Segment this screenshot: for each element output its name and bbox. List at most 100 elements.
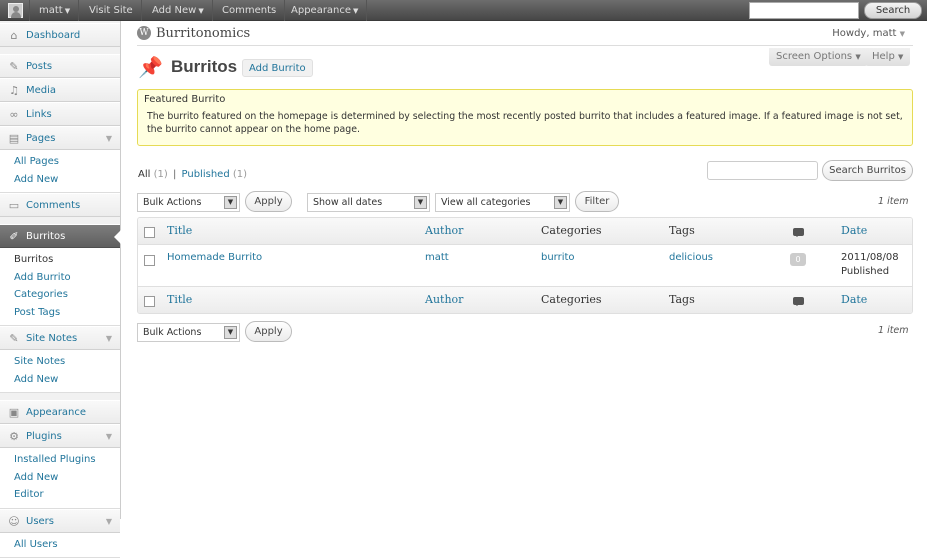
chevron-down-icon[interactable]: ▼ <box>106 127 112 151</box>
view-all[interactable]: All <box>138 169 150 180</box>
submenu-categories[interactable]: Categories <box>0 286 120 304</box>
howdy-menu[interactable]: Howdy, matt ▼ <box>832 28 905 39</box>
table-header: Title Author Categories Tags Date <box>138 218 912 245</box>
notice-body: The burrito featured on the homepage is … <box>144 110 906 136</box>
featured-burrito-notice: Featured Burrito The burrito featured on… <box>137 89 913 146</box>
sidebar-item-media[interactable]: ♫ Media <box>0 78 120 102</box>
search-burritos-button[interactable]: Search Burritos <box>822 160 913 181</box>
row-author-link[interactable]: matt <box>425 252 449 263</box>
row-title-link[interactable]: Homemade Burrito <box>167 252 262 263</box>
chevron-down-icon[interactable]: ▼ <box>106 327 112 351</box>
comments-column-icon <box>793 228 804 236</box>
site-title[interactable]: Burritonomics <box>156 26 250 41</box>
sidebar-item-posts[interactable]: ✎ Posts <box>0 54 120 78</box>
help-label: Help <box>872 51 895 62</box>
chevron-down-icon: ▼ <box>65 7 70 15</box>
sidebar-item-label: Dashboard <box>26 30 80 41</box>
row-tag-link[interactable]: delicious <box>669 252 713 263</box>
submenu-add-new-note[interactable]: Add New <box>0 371 120 389</box>
bulk-actions-select-top[interactable]: Bulk Actions▼ <box>137 193 240 212</box>
adminbar-comments[interactable]: Comments <box>214 0 285 21</box>
adminbar-search-button[interactable]: Search <box>864 2 922 19</box>
chevron-down-icon: ▼ <box>554 196 567 209</box>
chevron-down-icon: ▼ <box>224 326 237 339</box>
sidebar-item-appearance[interactable]: ▣Appearance <box>0 400 120 424</box>
row-category-link[interactable]: burrito <box>541 252 575 263</box>
submenu-site-notes[interactable]: Site Notes <box>0 353 120 371</box>
chevron-down-icon: ▼ <box>353 7 358 15</box>
column-date[interactable]: Date <box>841 224 867 237</box>
column-title[interactable]: Title <box>167 224 192 237</box>
column-categories: Categories <box>541 224 602 237</box>
item-count-top: 1 item <box>878 196 909 207</box>
apply-button-top[interactable]: Apply <box>245 191 292 212</box>
chevron-down-icon[interactable]: ▼ <box>106 425 112 449</box>
sidebar-item-users[interactable]: ☺Users▼ <box>0 509 120 533</box>
sidebar-item-label: Posts <box>26 61 52 72</box>
submenu-burritos[interactable]: Burritos <box>0 251 120 269</box>
filter-button[interactable]: Filter <box>575 191 619 212</box>
adminbar-visit-site[interactable]: Visit Site <box>81 0 142 21</box>
column-author[interactable]: Author <box>425 224 463 237</box>
submenu-installed-plugins[interactable]: Installed Plugins <box>0 451 120 469</box>
pages-submenu: All Pages Add New <box>0 150 120 193</box>
sidebar-item-label: Comments <box>26 200 80 211</box>
pushpin-icon: ✎ <box>8 61 20 73</box>
sidebar-item-comments[interactable]: ▭Comments <box>0 193 120 217</box>
chevron-down-icon: ▼ <box>414 196 427 209</box>
adminbar-user-menu[interactable]: matt▼ <box>31 0 79 21</box>
adminbar-add-new-label: Add New <box>152 5 196 16</box>
adminbar-search-input[interactable] <box>749 2 859 19</box>
submenu-add-new-plugin[interactable]: Add New <box>0 469 120 487</box>
pushpin-icon: ✐ <box>8 231 20 243</box>
sidebar-item-burritos[interactable]: ✐ Burritos <box>0 224 120 248</box>
status-views: All (1) | Published (1) <box>138 169 247 180</box>
submenu-editor[interactable]: Editor <box>0 486 120 504</box>
column-title[interactable]: Title <box>167 293 192 306</box>
submenu-post-tags[interactable]: Post Tags <box>0 304 120 322</box>
submenu-add-new-page[interactable]: Add New <box>0 171 120 189</box>
categories-filter-select[interactable]: View all categories ▼ <box>435 193 570 212</box>
sidebar-item-label: Pages <box>26 133 55 144</box>
site-header: W Burritonomics Howdy, matt ▼ <box>137 24 913 46</box>
adminbar-appearance-menu[interactable]: Appearance▼ <box>283 0 367 21</box>
apply-button-bottom[interactable]: Apply <box>245 321 292 342</box>
bulk-actions-value: Bulk Actions <box>143 327 201 338</box>
sidebar-item-links[interactable]: ∞Links <box>0 102 120 126</box>
select-all-checkbox[interactable] <box>144 227 155 238</box>
sidebar-item-plugins[interactable]: ⚙Plugins▼ <box>0 424 120 448</box>
adminbar-add-new-menu[interactable]: Add New▼ <box>144 0 213 21</box>
categories-filter-value: View all categories <box>441 197 530 208</box>
view-published[interactable]: Published <box>182 169 230 180</box>
burritos-submenu: Burritos Add Burrito Categories Post Tag… <box>0 248 120 326</box>
help-button[interactable]: Help ▼ <box>865 48 910 66</box>
screen-options-button[interactable]: Screen Options ▼ <box>769 48 868 66</box>
row-checkbox[interactable] <box>144 255 155 266</box>
link-icon: ∞ <box>8 109 20 121</box>
sidebar-item-dashboard[interactable]: ⌂Dashboard <box>0 23 120 47</box>
dates-filter-select[interactable]: Show all dates ▼ <box>307 193 430 212</box>
chevron-down-icon: ▼ <box>224 196 237 209</box>
media-icon: ♫ <box>8 85 20 97</box>
add-burrito-button[interactable]: Add Burrito <box>242 59 313 77</box>
sidebar-item-label: Media <box>26 85 56 96</box>
select-all-checkbox[interactable] <box>144 296 155 307</box>
avatar-icon[interactable] <box>0 0 30 21</box>
sidebar-item-label: Plugins <box>26 431 62 442</box>
search-burritos-input[interactable] <box>707 161 818 180</box>
sidebar-item-label: Burritos <box>26 231 65 242</box>
sidebar-item-site-notes[interactable]: ✎Site Notes▼ <box>0 326 120 350</box>
column-author[interactable]: Author <box>425 293 463 306</box>
bulk-actions-select-bottom[interactable]: Bulk Actions ▼ <box>137 323 240 342</box>
submenu-all-users[interactable]: All Users <box>0 536 120 554</box>
row-status: Published <box>841 266 889 277</box>
submenu-all-pages[interactable]: All Pages <box>0 153 120 171</box>
dates-filter-value: Show all dates <box>313 197 382 208</box>
column-date[interactable]: Date <box>841 293 867 306</box>
chevron-down-icon[interactable]: ▼ <box>106 510 112 534</box>
chevron-down-icon: ▼ <box>900 30 905 38</box>
submenu-add-burrito[interactable]: Add Burrito <box>0 269 120 287</box>
column-tags: Tags <box>669 293 695 306</box>
sidebar-item-pages[interactable]: ▤Pages▼ <box>0 126 120 150</box>
comment-count-bubble[interactable]: 0 <box>790 253 806 266</box>
